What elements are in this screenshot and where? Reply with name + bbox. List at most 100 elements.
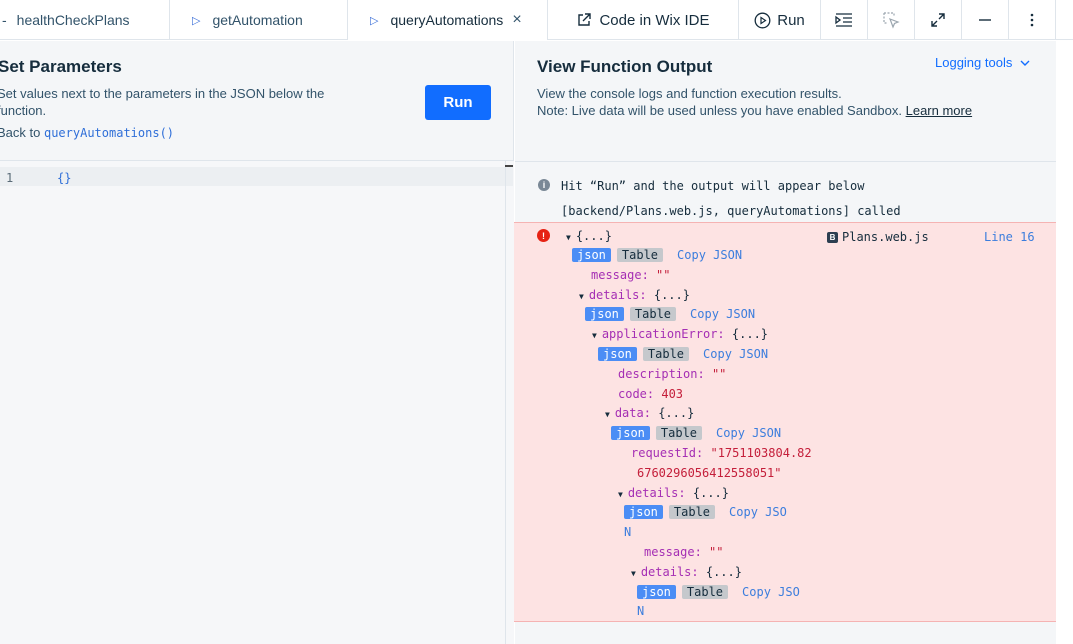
collapsed-value: {...} <box>658 406 695 420</box>
tree-node-details[interactable]: ▼ details: {...} <box>579 288 690 302</box>
expand-icon <box>931 13 945 27</box>
call-message: [backend/Plans.web.js, queryAutomations]… <box>561 204 901 218</box>
more-options-button[interactable] <box>1008 0 1056 40</box>
table-view-button[interactable]: Table <box>629 307 677 321</box>
copy-json-button[interactable]: Copy JSON <box>690 307 755 321</box>
json-view-button[interactable]: json <box>585 307 624 321</box>
editor-scrollbar-track <box>505 161 506 644</box>
editor-code[interactable]: {} <box>57 171 71 185</box>
json-view-button[interactable]: json <box>624 505 663 519</box>
inspect-button[interactable] <box>867 0 914 40</box>
format-button[interactable] <box>820 0 867 40</box>
table-view-button[interactable]: Table <box>655 426 703 440</box>
table-view-button[interactable]: Table <box>681 585 729 599</box>
source-file-name: Plans.web.js <box>842 230 929 244</box>
tab-queryautomations[interactable]: ▷ queryAutomations × <box>348 0 548 40</box>
collapsed-value: {...} <box>653 288 690 302</box>
external-link-icon <box>578 13 592 26</box>
table-view-button[interactable]: Table <box>616 248 664 262</box>
json-view-button[interactable]: json <box>611 426 650 440</box>
play-icon: ▷ <box>192 14 201 27</box>
expand-button[interactable] <box>914 0 961 40</box>
tree-node-message: message: "" <box>644 545 723 559</box>
close-icon[interactable]: × <box>512 11 521 29</box>
json-view-button[interactable]: json <box>572 248 611 262</box>
panel-title: Set Parameters <box>0 57 122 76</box>
tree-node-root[interactable]: ▼ {...} <box>566 229 612 243</box>
request-id-continuation: 6760296056412558051" <box>637 466 782 480</box>
table-view-button[interactable]: Table <box>642 347 690 361</box>
copy-json-button[interactable]: Copy JSO <box>742 585 800 599</box>
minimize-button[interactable] <box>961 0 1008 40</box>
key-label: message: <box>591 268 649 282</box>
copy-json-wrap[interactable]: N <box>624 525 631 539</box>
tab-getautomation[interactable]: ▷ getAutomation <box>170 0 348 40</box>
collapsed-value: {...} <box>731 327 769 341</box>
tab-healthcheckplans[interactable]: - healthCheckPlans <box>0 0 170 40</box>
tab-bar: - healthCheckPlans ▷ getAutomation ▷ que… <box>0 0 1073 40</box>
tab-label: getAutomation <box>212 12 303 28</box>
key-label: details: <box>640 565 699 579</box>
description-line2: Note: Live data will be used unless you … <box>537 102 972 119</box>
logging-tools-label: Logging tools <box>935 55 1013 70</box>
console-output: i Hit “Run” and the output will appear b… <box>514 161 1056 644</box>
caret-down-icon: ▼ <box>592 331 597 340</box>
sandbox-note: Note: Live data will be used unless you … <box>537 103 902 118</box>
key-label: message: <box>644 545 702 559</box>
copy-json-button[interactable]: Copy JSON <box>716 426 781 440</box>
indent-icon <box>835 13 852 27</box>
tree-node-application-error[interactable]: ▼ applicationError: {...} <box>592 327 768 341</box>
json-view-button[interactable]: json <box>598 347 637 361</box>
json-view-button[interactable]: json <box>637 585 676 599</box>
line-number: 1 <box>6 171 14 185</box>
caret-down-icon: ▼ <box>605 410 610 419</box>
tree-node-description: description: "" <box>618 367 726 381</box>
chevron-down-icon <box>1020 60 1030 67</box>
source-file[interactable]: B Plans.web.js <box>827 230 929 244</box>
logging-tools-dropdown[interactable]: Logging tools <box>935 55 1030 70</box>
tree-node-code: code: 403 <box>618 387 683 401</box>
copy-json-button[interactable]: Copy JSON <box>677 248 742 262</box>
description-line1: View the console logs and function execu… <box>537 86 842 101</box>
caret-down-icon: ▼ <box>566 233 571 242</box>
key-label: applicationError: <box>601 327 725 341</box>
copy-json-wrap[interactable]: N <box>637 604 644 618</box>
view-toggle-row: json Table Copy JSO <box>624 505 787 519</box>
view-toggle-row: json Table Copy JSON <box>572 248 742 262</box>
tree-node-message: message: "" <box>591 268 670 282</box>
back-function-link[interactable]: queryAutomations() <box>44 126 174 140</box>
key-label: requestId: <box>631 446 704 460</box>
code-in-ide-button[interactable]: Code in Wix IDE <box>548 0 738 40</box>
json-editor[interactable]: 1 {} <box>0 160 514 644</box>
error-log-entry: ! B Plans.web.js Line 16 ▼ {...} json Tabl… <box>514 222 1056 622</box>
view-toggle-row: json Table Copy JSON <box>585 307 755 321</box>
tab-label: queryAutomations <box>390 12 504 28</box>
run-button[interactable]: Run <box>425 85 491 120</box>
tree-node-details[interactable]: ▼ details: {...} <box>631 565 742 579</box>
code-in-ide-label: Code in Wix IDE <box>599 11 710 29</box>
caret-down-icon: ▼ <box>631 569 636 578</box>
file-icon: B <box>827 231 838 243</box>
table-view-button[interactable]: Table <box>668 505 716 519</box>
view-toggle-row: json Table Copy JSON <box>611 426 781 440</box>
copy-json-button[interactable]: Copy JSO <box>729 505 787 519</box>
view-toggle-row: json Table Copy JSON <box>598 347 768 361</box>
back-link[interactable]: Back to queryAutomations() <box>0 125 174 140</box>
set-parameters-panel: Set Parameters Set values next to the pa… <box>0 41 514 644</box>
run-tab-button[interactable]: Run <box>738 0 820 40</box>
string-value: "" <box>709 545 724 559</box>
tree-node-data[interactable]: ▼ data: {...} <box>605 406 694 420</box>
panel-description: Set values next to the parameters in the… <box>0 86 325 118</box>
tree-node-details[interactable]: ▼ details: {...} <box>618 486 729 500</box>
tab-prefix: - <box>2 12 7 28</box>
key-label: code: <box>618 387 655 401</box>
editor-current-line <box>0 167 513 186</box>
caret-down-icon: ▼ <box>618 490 623 499</box>
number-value: 403 <box>661 387 684 401</box>
caret-down-icon: ▼ <box>579 292 584 301</box>
editor-scrollbar-thumb[interactable] <box>505 165 513 167</box>
copy-json-button[interactable]: Copy JSON <box>703 347 768 361</box>
source-line-link[interactable]: Line 16 <box>984 230 1035 244</box>
learn-more-link[interactable]: Learn more <box>906 103 972 118</box>
minimize-icon <box>979 19 991 21</box>
